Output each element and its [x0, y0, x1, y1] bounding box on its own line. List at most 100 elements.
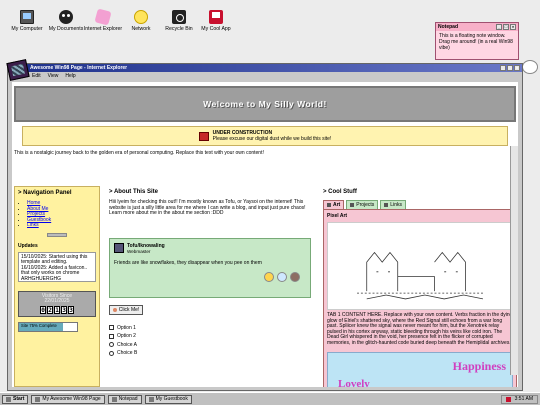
- maximize-button[interactable]: □: [507, 65, 513, 71]
- choice-b-radio[interactable]: [109, 350, 114, 356]
- option-label: Option 2: [117, 333, 136, 339]
- guestbook-icon: [148, 396, 154, 402]
- visitor-digit: 1: [54, 305, 60, 314]
- taskbar-item-label: My Guestbook: [155, 396, 188, 402]
- star-icon: [112, 307, 117, 312]
- option-label: Choice A: [117, 341, 138, 348]
- palette-icon: [327, 203, 331, 207]
- visitor-digit: 0: [40, 305, 46, 314]
- construction-icon: [198, 131, 209, 141]
- option-2-checkbox[interactable]: [109, 333, 114, 339]
- tab-art[interactable]: Art: [323, 200, 345, 209]
- recycle-bin-icon: [172, 10, 186, 24]
- desktop-icon-my-cool-app[interactable]: My Cool App: [194, 10, 238, 32]
- cat-ascii-art-icon: [357, 251, 484, 300]
- close-button[interactable]: ×: [514, 65, 520, 71]
- desktop-icon-label: My Cool App: [201, 26, 231, 32]
- sun-emoji-icon[interactable]: [264, 271, 274, 282]
- construction-text: Please excuse our digital dust while we …: [212, 136, 332, 142]
- system-tray: 3:51 AM: [500, 394, 538, 404]
- cool-stuff-section: > Cool Stuff Art Projects Links Pixel Ar…: [320, 186, 518, 387]
- cloud-decoration-icon: [522, 60, 538, 74]
- happiness-image: Happiness Lovely: [327, 352, 513, 387]
- taskbar-item-label: Notepad: [118, 396, 138, 402]
- notepad-titlebar[interactable]: Notepad _ □ ×: [436, 23, 518, 31]
- profile-message: Friends are like snowflakes, they disapp…: [114, 259, 262, 266]
- visitor-digit: 3: [68, 305, 74, 314]
- panel-title: Pixel Art: [327, 213, 348, 219]
- maximize-button[interactable]: □: [503, 24, 509, 30]
- cool-heading: > Cool Stuff: [323, 189, 357, 195]
- start-label: Start: [13, 396, 25, 402]
- visitor-digits: 0 2 1 3 3: [21, 305, 93, 314]
- about-text: Hiii lyeim for checking this out!! I'm m…: [109, 199, 306, 216]
- intro-text: This is a nostalgic journey back to the …: [14, 150, 264, 156]
- ie-icon: [94, 8, 112, 26]
- clock[interactable]: 3:51 AM: [515, 396, 533, 402]
- page-content: Welcome to My Silly World! UNDER CONSTRU…: [12, 82, 518, 387]
- cloud-emoji-icon[interactable]: [277, 271, 287, 282]
- windows-logo-icon: [6, 396, 11, 402]
- browser-window: Awesome Win98 Page - Internet Explorer _…: [6, 59, 523, 391]
- desktop-icon-label: Recycle Bin: [165, 26, 193, 32]
- visitor-counter: Visitors Since 22/01/2025 0 2 1 3 3: [18, 290, 96, 317]
- browser-titlebar[interactable]: Awesome Win98 Page - Internet Explorer _…: [8, 64, 522, 72]
- window-icon: [35, 396, 41, 402]
- taskbar-item-guestbook[interactable]: My Guestbook: [144, 394, 192, 404]
- click-me-button[interactable]: Click Me!: [109, 304, 143, 315]
- option-1-checkbox[interactable]: [109, 325, 114, 331]
- notepad-title: Notepad: [438, 24, 458, 30]
- nav-link-links[interactable]: Links: [27, 222, 39, 228]
- choice-a-radio[interactable]: [109, 342, 114, 348]
- options-group: Option 1 Option 2 Choice A Choice B: [109, 324, 311, 358]
- banner-text: Welcome to My Silly World!: [203, 99, 327, 109]
- emoji-row: [114, 271, 306, 282]
- menu-edit[interactable]: Edit: [32, 73, 41, 79]
- welcome-banner: Welcome to My Silly World!: [14, 86, 516, 122]
- nav-list: Home About Me Projects Guestbook Links: [18, 200, 96, 229]
- tab-label: Projects: [356, 202, 375, 208]
- visitor-digit: 3: [61, 305, 67, 314]
- start-button[interactable]: Start: [2, 394, 29, 404]
- menu-view[interactable]: View: [48, 73, 59, 79]
- tab-label: Links: [390, 202, 402, 208]
- menu-bar: Edit View Help: [8, 72, 522, 80]
- desktop-icon-label: Internet Explorer: [83, 26, 123, 32]
- notepad-window[interactable]: Notepad _ □ × This is a floating note wi…: [435, 22, 519, 60]
- profile-role: Webmaster: [127, 248, 151, 254]
- face-emoji-icon[interactable]: [290, 271, 300, 282]
- click-me-label: Click Me!: [118, 306, 140, 313]
- desktop-icon-my-computer[interactable]: My Computer: [5, 10, 49, 32]
- desktop-icon-label: Network: [131, 26, 151, 32]
- taskbar-item-notepad[interactable]: Notepad: [107, 394, 142, 404]
- taskbar-item-label: My Awesome Win98 Page: [42, 396, 101, 402]
- menu-help[interactable]: Help: [65, 73, 75, 79]
- tab-bar: Art Projects Links: [323, 200, 517, 209]
- link-icon: [384, 203, 389, 207]
- updates-box[interactable]: 15/10/2025: Started using this template …: [18, 251, 96, 282]
- network-icon: [134, 10, 148, 24]
- taskbar: Start My Awesome Win98 Page Notepad My G…: [0, 392, 540, 405]
- folder-icon: [350, 203, 355, 207]
- app-icon: [209, 10, 223, 24]
- notepad-text[interactable]: This is a floating note window. Drag me …: [436, 31, 518, 53]
- progress-text: Site 75% Complete: [21, 322, 57, 328]
- construction-notice: UNDER CONSTRUCTION Please excuse our dig…: [22, 126, 508, 146]
- taskbar-item-browser[interactable]: My Awesome Win98 Page: [31, 394, 105, 404]
- nav-heading: > Navigation Panel: [18, 190, 72, 196]
- browser-title: Awesome Win98 Page - Internet Explorer: [30, 65, 128, 71]
- tab-projects[interactable]: Projects: [346, 200, 379, 209]
- visitor-date: 22/01/2025: [44, 297, 70, 304]
- page-scrollbar[interactable]: [510, 146, 518, 375]
- tab-panel-art: Pixel Art TAB 1 CONTENT HERE. Replace wi…: [323, 209, 517, 387]
- profile-name: Tofu/Iknowaling: [127, 242, 165, 249]
- image-word: Lovely: [338, 378, 370, 387]
- minimize-button[interactable]: _: [500, 65, 506, 71]
- tray-app-icon[interactable]: [505, 396, 511, 402]
- computer-icon: [20, 10, 34, 24]
- ascii-art-image: [327, 222, 513, 310]
- close-button[interactable]: ×: [510, 24, 516, 30]
- tab-links[interactable]: Links: [380, 200, 406, 209]
- minimize-button[interactable]: _: [496, 24, 502, 30]
- option-label: Option 1: [117, 324, 136, 331]
